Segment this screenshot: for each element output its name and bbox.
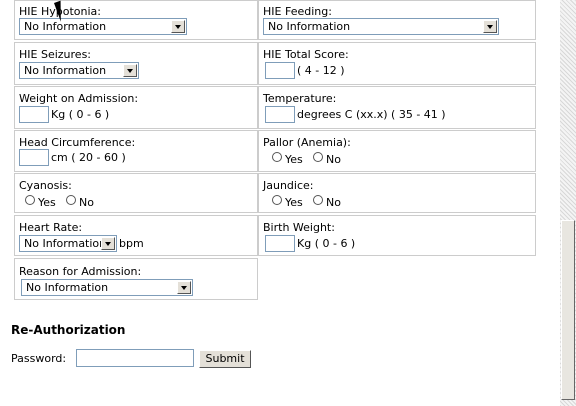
temperature-label: Temperature: [263,92,337,105]
password-input[interactable] [76,349,194,367]
pallor-yes-label: Yes [285,153,303,166]
pallor-no-radio[interactable] [313,152,323,162]
cyanosis-yes-label: Yes [38,196,56,209]
hie-seizures-label: HIE Seizures: [19,48,91,61]
birth-weight-input[interactable] [265,235,295,252]
pallor-cell: Pallor (Anemia): Yes No [258,130,536,172]
chevron-down-icon[interactable] [483,20,497,33]
jaundice-yes-radio[interactable] [272,195,282,205]
pallor-label: Pallor (Anemia): [263,136,351,149]
hie-feeding-select[interactable]: No Information [263,18,499,35]
hie-hypotonia-select[interactable]: No Information [19,18,187,35]
cyanosis-no-label: No [79,196,94,209]
head-circumference-input[interactable] [19,149,49,166]
jaundice-label: Jaundice: [263,179,314,192]
cyanosis-no-radio[interactable] [66,195,76,205]
hie-seizures-select[interactable]: No Information [19,62,139,79]
heart-rate-select[interactable]: No Information [19,235,117,252]
jaundice-cell: Jaundice: Yes No [258,173,536,213]
weight-on-admission-range: Kg ( 0 - 6 ) [51,108,110,121]
jaundice-yes-label: Yes [285,196,303,209]
submit-button[interactable]: Submit [199,350,251,368]
cyanosis-cell: Cyanosis: Yes No [14,173,258,213]
reason-for-admission-select[interactable]: No Information [21,279,193,296]
cyanosis-yes-radio[interactable] [25,195,35,205]
cyanosis-label: Cyanosis: [19,179,72,192]
hie-total-score-range: ( 4 - 12 ) [297,64,345,77]
chevron-down-icon[interactable] [171,20,185,33]
chevron-down-icon[interactable] [101,237,115,250]
birth-weight-range: Kg ( 0 - 6 ) [297,237,356,250]
weight-on-admission-input[interactable] [19,106,49,123]
head-circumference-range: cm ( 20 - 60 ) [51,151,126,164]
password-label: Password: [11,352,67,365]
scrollbar-thumb[interactable] [561,220,575,400]
weight-on-admission-label: Weight on Admission: [19,92,139,105]
head-circumference-cell: Head Circumference: cm ( 20 - 60 ) [14,130,258,172]
birth-weight-cell: Birth Weight: Kg ( 0 - 6 ) [258,215,536,256]
heart-rate-cell: Heart Rate: No Information bpm [14,215,258,256]
weight-on-admission-cell: Weight on Admission: Kg ( 0 - 6 ) [14,86,258,129]
hie-feeding-label: HIE Feeding: [263,5,332,18]
hie-total-score-input[interactable] [265,62,295,79]
head-circumference-label: Head Circumference: [19,136,136,149]
chevron-down-icon[interactable] [123,64,137,77]
temperature-input[interactable] [265,106,295,123]
hie-total-score-label: HIE Total Score: [263,48,349,61]
heart-rate-label: Heart Rate: [19,221,83,234]
jaundice-no-label: No [326,196,341,209]
reason-for-admission-label: Reason for Admission: [19,265,142,278]
reason-for-admission-cell: Reason for Admission: No Information [14,258,258,300]
hie-seizures-cell: HIE Seizures: No Information [14,42,258,85]
hie-total-score-cell: HIE Total Score: ( 4 - 12 ) [258,42,536,85]
temperature-range: degrees C (xx.x) ( 35 - 41 ) [297,108,446,121]
temperature-cell: Temperature: degrees C (xx.x) ( 35 - 41 … [258,86,536,129]
hie-feeding-cell: HIE Feeding: No Information [258,0,536,40]
jaundice-no-radio[interactable] [313,195,323,205]
reauth-heading: Re-Authorization [11,323,126,337]
hie-hypotonia-cell: HIE Hypotonia: No Information [14,0,258,40]
chevron-down-icon[interactable] [177,281,191,294]
heart-rate-unit: bpm [119,237,144,250]
birth-weight-label: Birth Weight: [263,221,335,234]
pallor-no-label: No [326,153,341,166]
pallor-yes-radio[interactable] [272,152,282,162]
